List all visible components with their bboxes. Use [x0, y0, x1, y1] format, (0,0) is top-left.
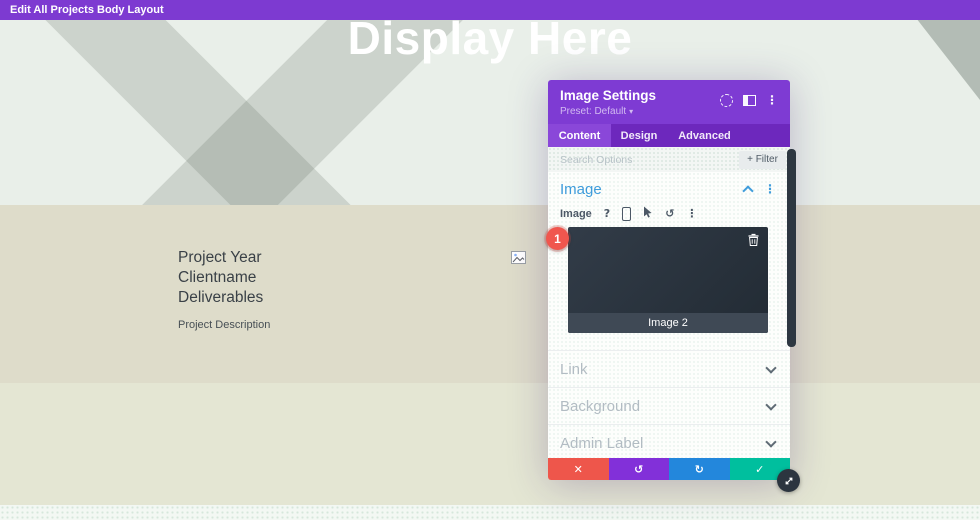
project-text-block: Project Year Clientname Deliverables Pro… — [178, 248, 270, 332]
image-field-row: Image ? ↺ ⋮ — [548, 203, 790, 227]
image-section-title: Image — [560, 181, 602, 198]
project-section — [0, 205, 980, 383]
modal-header-icons: ⋮ — [720, 94, 778, 107]
badge-count: 1 — [554, 231, 561, 246]
modal-header[interactable]: Image Settings Preset: Default ▾ ⋮ — [548, 80, 790, 124]
preset-selector[interactable]: Preset: Default ▾ — [560, 106, 778, 117]
chevron-up-icon[interactable] — [742, 185, 754, 197]
preset-caret-icon: ▾ — [629, 107, 634, 116]
footer-section — [0, 505, 980, 520]
image-field-label: Image — [560, 207, 592, 220]
responsive-phone-icon[interactable] — [622, 206, 632, 221]
modal-resize-handle[interactable] — [777, 469, 800, 492]
image-section-header[interactable]: Image ⋮ — [548, 172, 790, 203]
redo-button[interactable]: ↻ — [669, 458, 730, 480]
collapsed-sections: Link Background Admin Label — [548, 350, 790, 458]
image-preview[interactable]: Image 2 — [568, 227, 768, 333]
broken-image-icon — [511, 251, 526, 264]
hover-cursor-icon[interactable] — [643, 206, 653, 221]
modal-tabs: Content Design Advanced — [548, 124, 790, 147]
trash-icon[interactable] — [748, 233, 759, 249]
help-icon[interactable]: ? — [604, 207, 610, 220]
chevron-down-icon[interactable] — [765, 361, 777, 374]
tab-content[interactable]: Content — [548, 124, 611, 147]
section-admin-label[interactable]: Admin Label — [548, 424, 790, 458]
image-section-kebab-icon[interactable]: ⋮ — [764, 183, 776, 195]
search-options-input[interactable] — [560, 153, 739, 166]
project-deliverables-text: Deliverables — [178, 289, 264, 306]
section-background[interactable]: Background — [548, 387, 790, 424]
search-options-bar: + Filter — [548, 147, 790, 172]
modal-action-bar: ✕ ↺ ↻ ✓ — [548, 458, 790, 480]
project-description-text: Project Description — [178, 319, 271, 331]
divi-builder-view: Edit All Projects Body Layout Display He… — [0, 0, 980, 520]
reset-undo-icon[interactable]: ↺ — [665, 207, 674, 220]
image-settings-modal: Image Settings Preset: Default ▾ ⋮ Conten… — [548, 80, 790, 480]
chevron-down-icon[interactable] — [765, 435, 777, 448]
hero-section: Display Here — [0, 20, 980, 205]
modal-scrollbar[interactable] — [787, 149, 796, 347]
diagonal-resize-icon — [785, 477, 792, 484]
admin-bar-title: Edit All Projects Body Layout — [10, 4, 164, 16]
step-count-badge: 1 — [546, 227, 569, 250]
project-year-text: Project Year — [178, 249, 262, 266]
modal-menu-kebab-icon[interactable]: ⋮ — [766, 94, 778, 106]
filter-button[interactable]: + Filter — [739, 150, 786, 169]
chevron-down-icon[interactable] — [765, 398, 777, 411]
preset-label: Preset: Default — [560, 106, 627, 117]
discard-button[interactable]: ✕ — [548, 458, 609, 480]
hero-heading: Display Here — [347, 20, 633, 64]
panel-layout-icon[interactable] — [743, 95, 756, 106]
admin-bar: Edit All Projects Body Layout — [0, 0, 980, 20]
section-link[interactable]: Link — [548, 350, 790, 387]
lower-section — [0, 383, 980, 505]
undo-button[interactable]: ↺ — [608, 458, 669, 480]
responsive-preview-icon[interactable] — [720, 94, 733, 107]
tab-advanced[interactable]: Advanced — [667, 124, 742, 147]
image-preview-caption: Image 2 — [568, 313, 768, 333]
section-admin-label-label: Admin Label — [560, 434, 644, 452]
section-link-label: Link — [560, 360, 588, 378]
modal-content: Image ⋮ Image ? ↺ ⋮ Image 2 Link Backgro… — [548, 172, 790, 458]
project-client-text: Clientname — [178, 269, 257, 286]
image-field-kebab-icon[interactable]: ⋮ — [686, 207, 697, 220]
tab-design[interactable]: Design — [611, 124, 667, 147]
section-background-label: Background — [560, 397, 641, 415]
